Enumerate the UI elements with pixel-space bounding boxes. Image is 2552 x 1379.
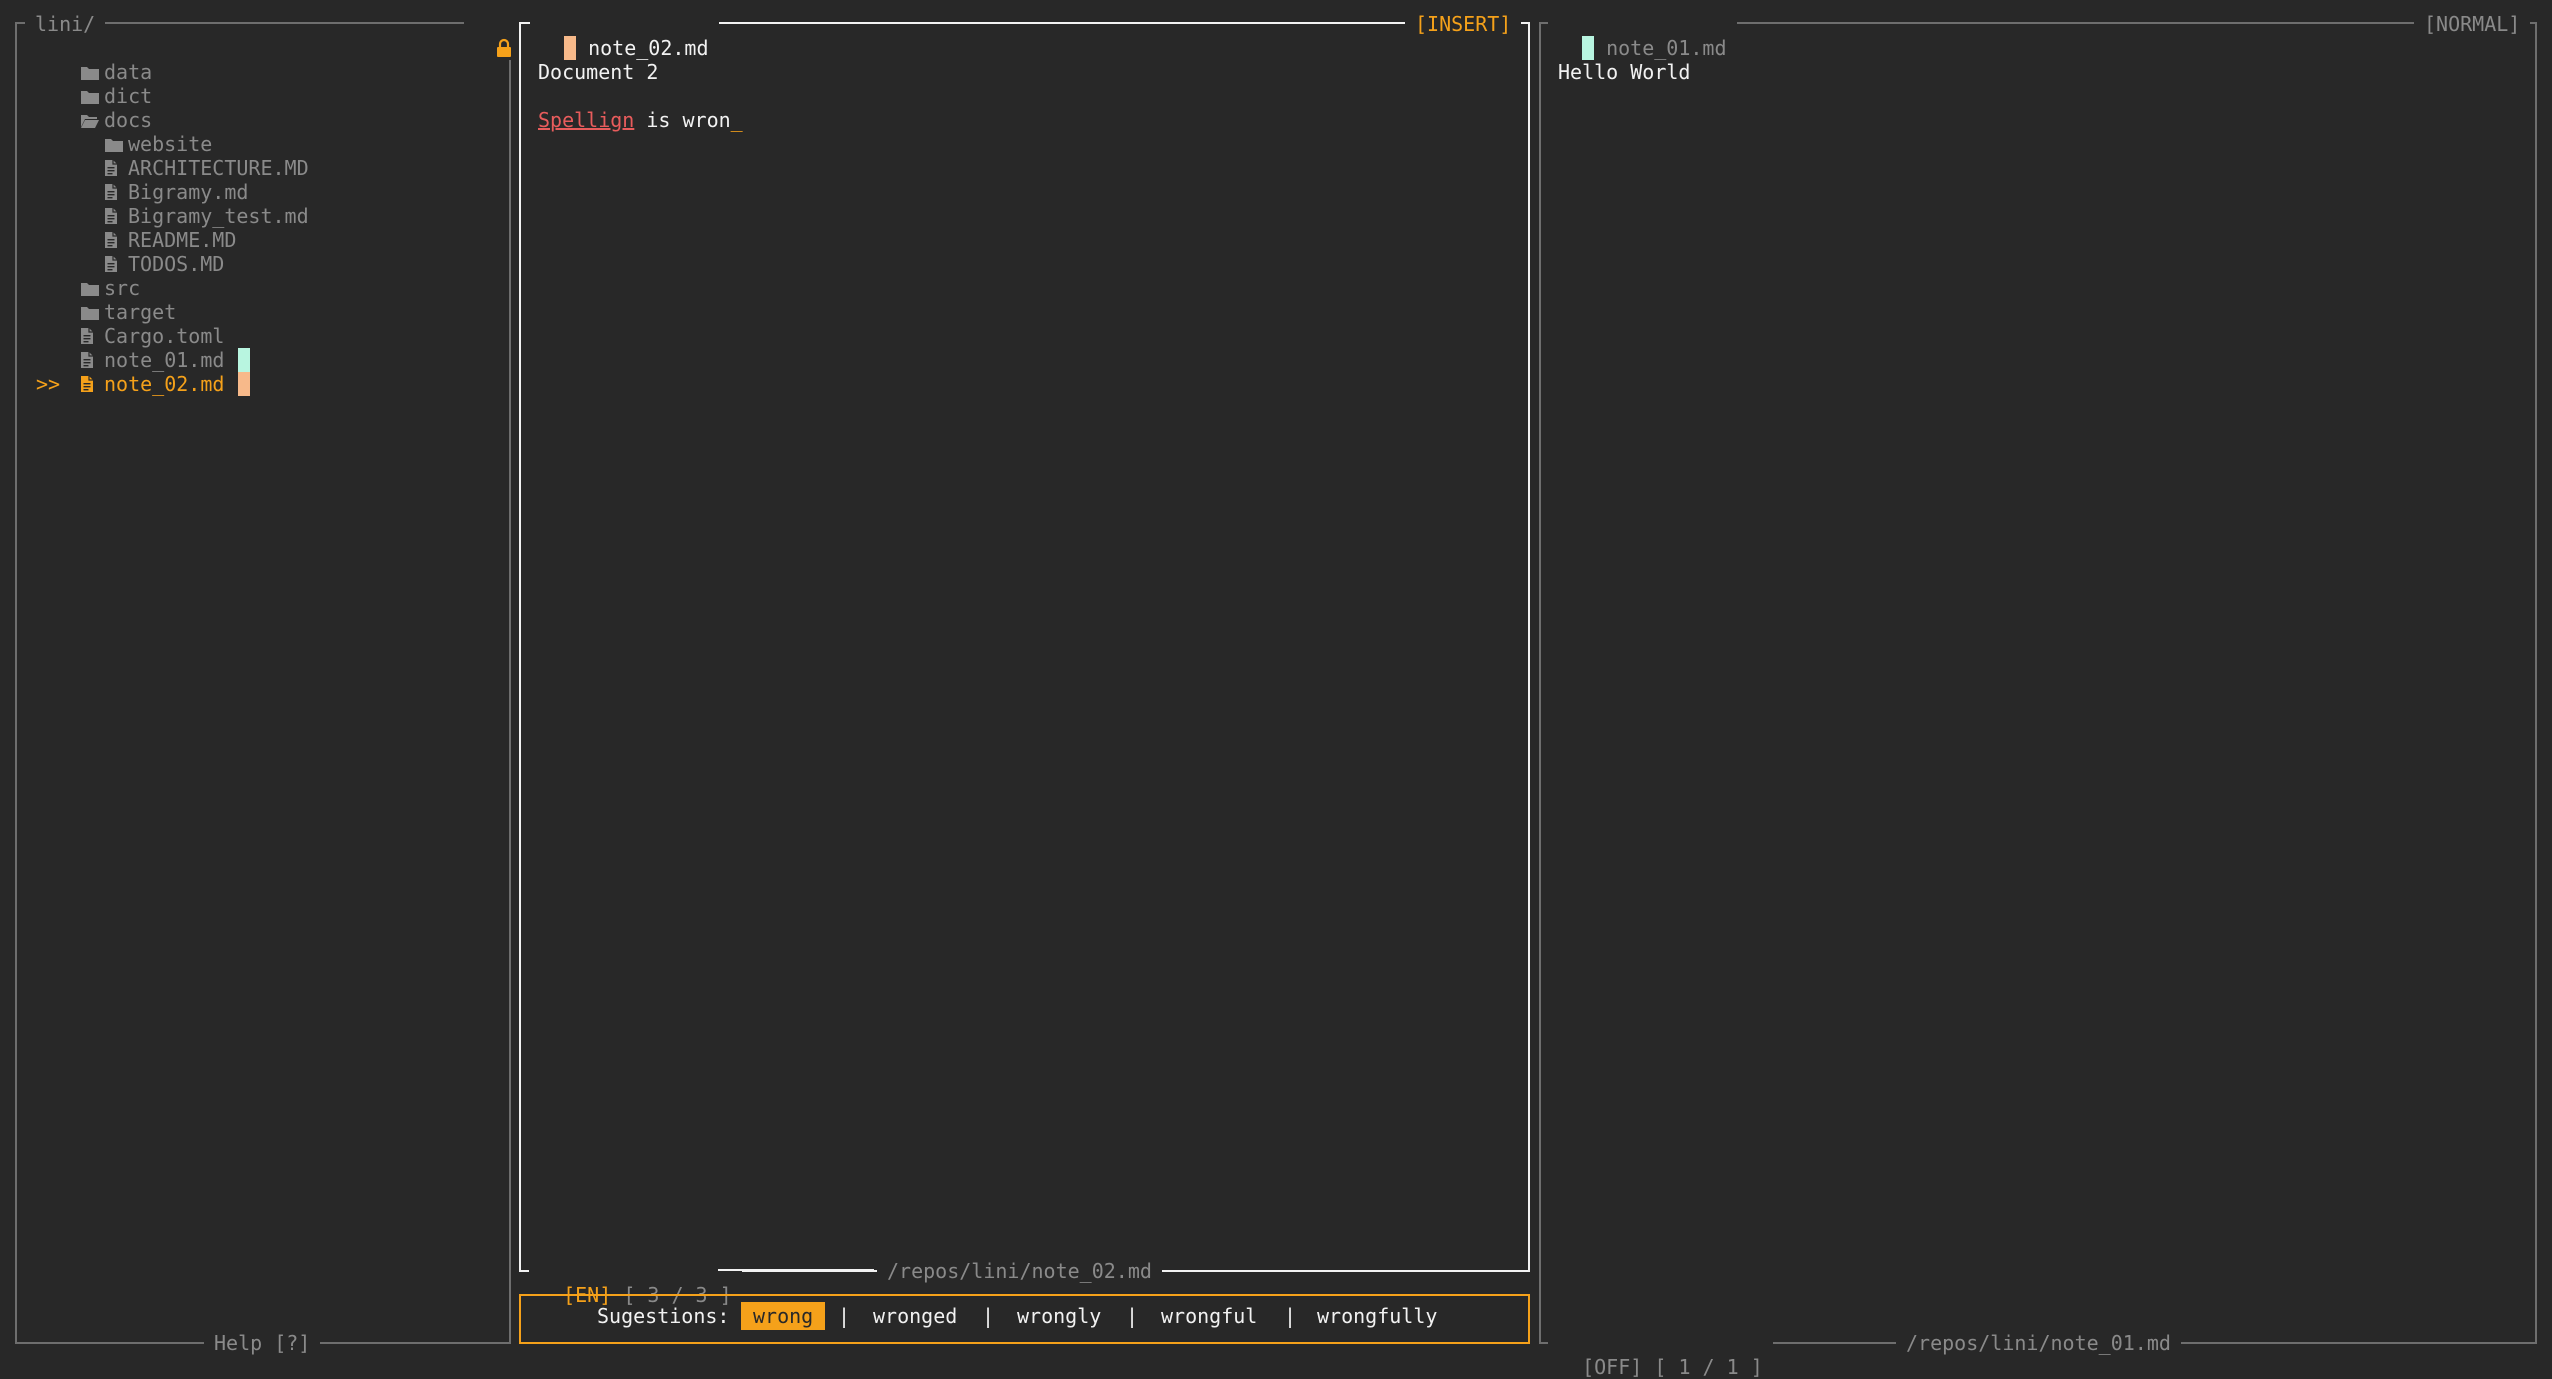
folder-icon xyxy=(80,278,100,302)
editor-note02-pane[interactable] xyxy=(519,22,1530,1272)
tree-item-label: website xyxy=(128,132,213,156)
folder-icon xyxy=(80,62,100,86)
file-icon xyxy=(104,254,124,278)
tree-item-label: data xyxy=(104,60,153,84)
folder-icon xyxy=(80,86,100,110)
editor-status-left: [OFF] [ 1 / 1 ] xyxy=(1548,1331,1773,1379)
tree-folder-item[interactable]: src xyxy=(80,276,140,300)
misspelled-word[interactable]: Spellign xyxy=(538,108,634,132)
tree-file-item[interactable]: Bigramy_test.md xyxy=(104,204,309,228)
explorer-title: lini/ xyxy=(25,12,106,36)
tree-folder-item[interactable]: website xyxy=(104,132,212,156)
tree-folder-item[interactable]: dict xyxy=(80,84,152,108)
editor-note01-pane[interactable] xyxy=(1539,22,2537,1344)
tree-item-label: src xyxy=(104,276,141,300)
language-badge[interactable]: [OFF] xyxy=(1582,1355,1642,1379)
editor-path: /repos/lini/note_01.md xyxy=(1896,1331,2181,1355)
tree-folder-item[interactable]: data xyxy=(80,60,152,84)
suggestion-item[interactable]: wrongly xyxy=(1017,1302,1101,1330)
editor-path: /repos/lini/note_02.md xyxy=(877,1259,1162,1283)
selection-marker: >> xyxy=(36,372,61,396)
editor-line-rest: is wron xyxy=(634,108,731,132)
buffer-marker-note01 xyxy=(238,348,250,372)
editor-note01-title: note_01.md xyxy=(1548,12,1737,60)
tree-folder-item[interactable]: docs xyxy=(80,108,152,132)
editor-line-3[interactable]: Spellign is wron_ xyxy=(538,108,743,132)
editor-note02-title: note_02.md xyxy=(530,12,719,60)
editor-line-1: Document 2 xyxy=(538,60,659,84)
editor-color-marker xyxy=(1582,36,1595,60)
editor-filename: note_02.md xyxy=(588,36,709,60)
editor-mode-badge: [NORMAL] xyxy=(2414,12,2531,36)
file-icon xyxy=(104,230,124,254)
tree-item-label: note_02.md xyxy=(104,372,225,396)
tree-file-item[interactable]: Bigramy.md xyxy=(104,180,248,204)
tree-file-item[interactable]: README.MD xyxy=(104,228,236,252)
file-icon xyxy=(104,206,124,230)
lock-icon xyxy=(464,12,521,60)
tree-file-item[interactable]: ARCHITECTURE.MD xyxy=(104,156,309,180)
suggestions-label: Sugestions: xyxy=(597,1304,730,1328)
editor-mode-badge: [INSERT] xyxy=(1405,12,1522,36)
tree-item-label: target xyxy=(104,300,177,324)
tree-file-item[interactable]: note_01.md xyxy=(80,348,224,372)
file-icon xyxy=(80,326,100,350)
tree-file-item[interactable]: note_02.md xyxy=(80,372,224,396)
tree-file-item[interactable]: TODOS.MD xyxy=(104,252,224,276)
text-cursor: _ xyxy=(730,108,743,132)
tree-item-label: TODOS.MD xyxy=(128,252,225,276)
file-icon xyxy=(80,374,100,398)
tree-folder-item[interactable]: target xyxy=(80,300,176,324)
help-hint[interactable]: Help [?] xyxy=(204,1331,321,1355)
editor-filename: note_01.md xyxy=(1606,36,1727,60)
editor-line-1: Hello World xyxy=(1558,60,1691,84)
tree-item-label: dict xyxy=(104,84,153,108)
file-icon xyxy=(104,158,124,182)
status-line-segment xyxy=(718,1269,874,1271)
tree-item-label: ARCHITECTURE.MD xyxy=(128,156,309,180)
suggestion-separator: | xyxy=(982,1304,995,1328)
tree-item-label: Bigramy_test.md xyxy=(128,204,309,228)
folder-icon xyxy=(80,302,100,326)
suggestion-separator: | xyxy=(1284,1304,1297,1328)
tree-item-label: Bigramy.md xyxy=(128,180,249,204)
tree-item-label: note_01.md xyxy=(104,348,225,372)
folder-open-icon xyxy=(80,110,100,134)
suggestion-selected[interactable]: wrong xyxy=(741,1302,826,1330)
tree-item-label: README.MD xyxy=(128,228,237,252)
file-icon xyxy=(104,182,124,206)
suggestion-item[interactable]: wronged xyxy=(873,1302,957,1330)
suggestion-separator: | xyxy=(838,1304,851,1328)
line-position: [ 1 / 1 ] xyxy=(1654,1355,1763,1379)
tree-file-item[interactable]: Cargo.toml xyxy=(80,324,224,348)
suggestion-item[interactable]: wrongful xyxy=(1161,1302,1257,1330)
tree-item-label: Cargo.toml xyxy=(104,324,225,348)
suggestion-separator: | xyxy=(1126,1304,1139,1328)
folder-icon xyxy=(104,134,124,158)
suggestion-item[interactable]: wrongfully xyxy=(1317,1302,1437,1330)
buffer-marker-note02 xyxy=(238,372,250,396)
file-icon xyxy=(80,350,100,374)
editor-color-marker xyxy=(564,36,577,60)
tree-item-label: docs xyxy=(104,108,153,132)
